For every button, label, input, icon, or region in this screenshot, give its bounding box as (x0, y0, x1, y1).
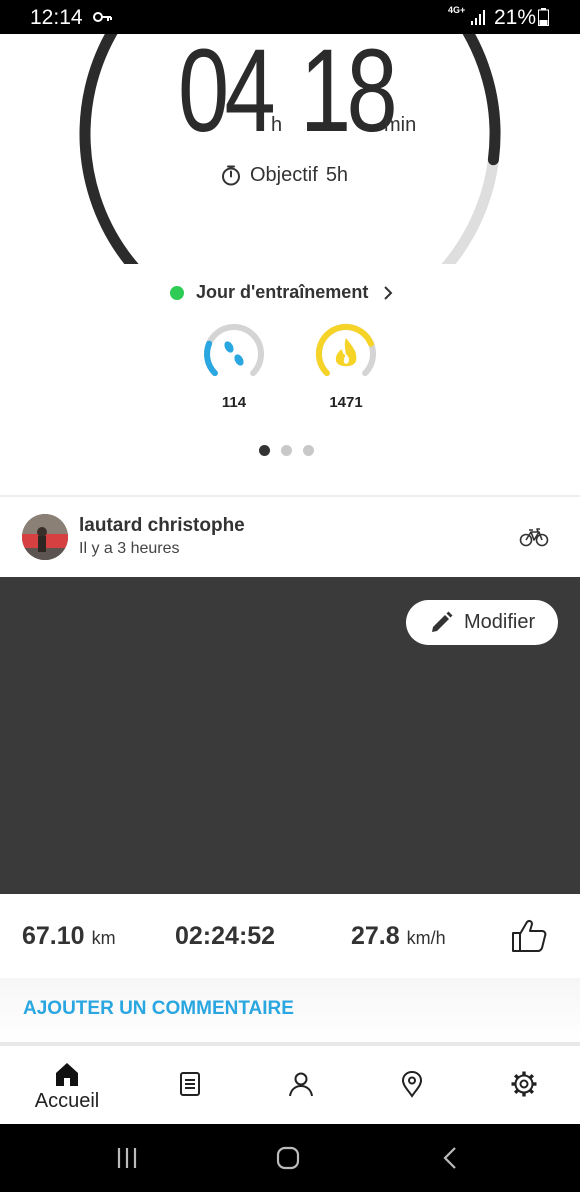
duration-stat: 02:24:52 (175, 922, 275, 951)
status-time: 12:14 (30, 6, 83, 29)
page-dot-2[interactable] (281, 445, 292, 456)
training-day-link[interactable]: Jour d'entraînement (170, 282, 394, 303)
training-day-label: Jour d'entraînement (196, 282, 369, 302)
map-pin-icon (401, 1070, 423, 1098)
steps-value: 114 (221, 394, 247, 411)
calories-gauge (315, 323, 376, 377)
distance-unit: km (91, 928, 116, 948)
thumbs-up-icon[interactable] (510, 918, 548, 954)
system-navigation-bar (0, 1124, 580, 1192)
comment-bar: AJOUTER UN COMMENTAIRE (0, 978, 580, 1042)
settings-gear-icon (511, 1071, 537, 1097)
page-dot-1[interactable] (259, 445, 270, 456)
duration-hours: 04 (178, 25, 276, 157)
bottom-navigation: Accueil (0, 1046, 580, 1124)
duration-minutes: 18 (300, 25, 398, 157)
vpn-key-icon (93, 12, 112, 22)
battery-level: 21% (494, 6, 537, 29)
signal-icon (471, 10, 485, 25)
speed-unit: km/h (406, 928, 446, 948)
nav-home-label: Accueil (34, 1090, 100, 1112)
home-icon (56, 1063, 78, 1086)
activity-post-header[interactable]: lautard christophe Il y a 3 heures (0, 497, 580, 577)
steps-gauge (204, 324, 264, 377)
page-dot-3[interactable] (303, 445, 314, 456)
status-bar: 12:14 4G+ 21% (0, 0, 580, 34)
distance-value: 67.10 (22, 922, 85, 950)
training-status-dot (170, 285, 184, 300)
calories-metric[interactable]: 1471 (314, 322, 378, 411)
daily-summary[interactable]: 04 h 18 min Objectif 5h Jour d'entraînem… (0, 25, 580, 494)
home-button-icon[interactable] (276, 1146, 300, 1170)
distance-stat: 67.10 km (22, 922, 116, 951)
goal-value: 5h (325, 163, 349, 186)
edit-button-label: Modifier (464, 611, 536, 633)
nav-journal[interactable] (135, 1046, 245, 1124)
page-indicator[interactable] (259, 445, 314, 456)
nav-profile[interactable] (246, 1046, 356, 1124)
pencil-icon (432, 611, 453, 632)
minutes-unit: min (384, 114, 417, 136)
stopwatch-icon (222, 165, 240, 186)
nav-places[interactable] (357, 1046, 467, 1124)
steps-metric[interactable]: 114 (202, 322, 266, 411)
calories-value: 1471 (329, 394, 363, 411)
edit-button[interactable]: Modifier (406, 600, 558, 645)
activity-stats: 67.10 km 02:24:52 27.8 km/h (0, 894, 580, 978)
duration-value: 02:24:52 (175, 922, 276, 950)
steps-icon (224, 341, 244, 366)
hours-unit: h (271, 114, 283, 136)
speed-stat: 27.8 km/h (351, 922, 446, 951)
nav-home[interactable]: Accueil (12, 1046, 122, 1124)
author-name[interactable]: lautard christophe (79, 515, 245, 537)
avatar[interactable] (22, 514, 68, 560)
battery-icon (538, 8, 549, 26)
profile-icon (289, 1072, 313, 1097)
nav-settings[interactable] (469, 1046, 579, 1124)
goal-label: Objectif (250, 163, 318, 186)
network-type: 4G+ (448, 5, 466, 15)
back-icon[interactable] (442, 1146, 458, 1170)
activity-media[interactable]: Modifier (0, 577, 580, 894)
goal-line: Objectif 5h (220, 161, 348, 189)
speed-value: 27.8 (351, 922, 400, 950)
chevron-right-icon (384, 285, 393, 300)
bicycle-icon (519, 528, 549, 547)
journal-icon (180, 1072, 200, 1096)
post-time: Il y a 3 heures (79, 540, 180, 557)
active-duration: 04 h 18 min (0, 25, 580, 157)
add-comment-link[interactable]: AJOUTER UN COMMENTAIRE (23, 998, 294, 1020)
recent-apps-icon[interactable] (116, 1146, 138, 1170)
